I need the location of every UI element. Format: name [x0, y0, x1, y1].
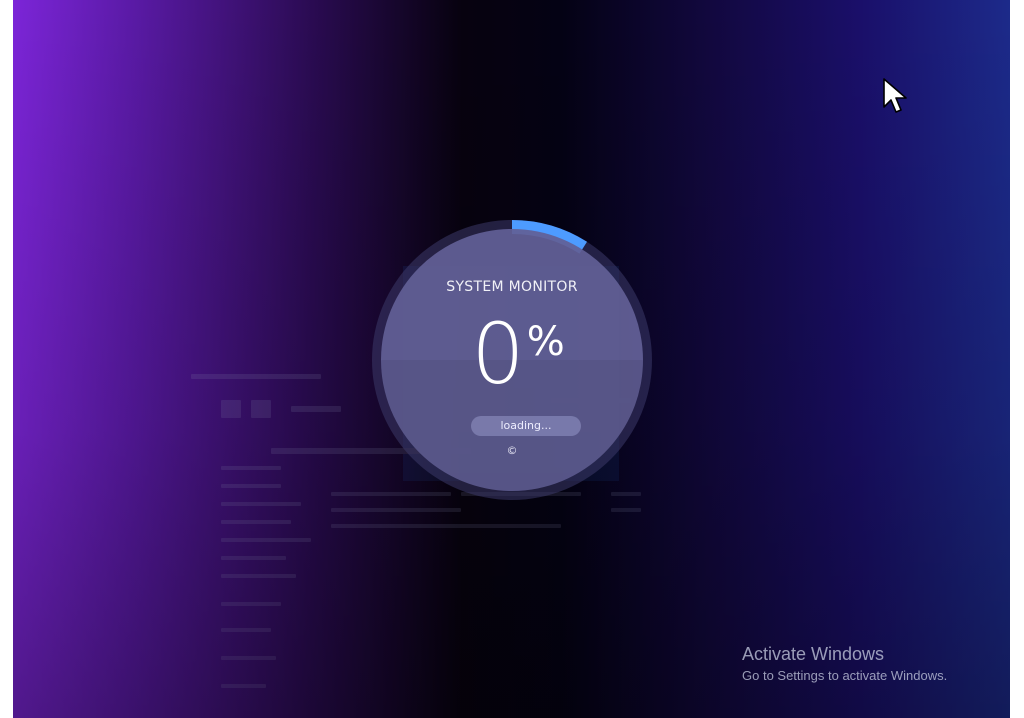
background-nav-item — [221, 538, 311, 542]
copyright-icon: © — [506, 444, 518, 457]
app-title: SYSTEM MONITOR — [446, 279, 578, 295]
background-nav-item — [221, 556, 286, 560]
desktop-background: SYSTEM MONITOR 0% loading... © — [13, 0, 1010, 718]
background-ribbon-icon — [251, 400, 271, 418]
background-nav-item — [221, 484, 281, 488]
background-nav-item — [221, 520, 291, 524]
mouse-pointer-icon — [883, 78, 907, 113]
background-nav-item — [221, 628, 271, 632]
background-nav-item — [221, 602, 281, 606]
loader-panel: SYSTEM MONITOR 0% loading... © — [381, 229, 643, 491]
background-nav-item — [221, 502, 301, 506]
background-ribbon-icon — [221, 400, 241, 418]
background-window-titlebar — [191, 374, 321, 379]
progress-percent: 0% — [381, 309, 643, 399]
activation-watermark-title: Activate Windows — [742, 644, 885, 664]
background-nav-item — [221, 656, 276, 660]
activation-watermark: Activate Windows Go to Settings to activ… — [742, 643, 947, 686]
background-file-row — [331, 508, 461, 512]
background-nav-item — [221, 574, 296, 578]
background-ribbon-label — [291, 406, 341, 412]
background-nav-item — [221, 684, 266, 688]
progress-percent-value: 0 — [471, 305, 525, 403]
progress-percent-sign: % — [526, 319, 565, 365]
background-file-row — [611, 508, 641, 512]
activation-watermark-subtitle: Go to Settings to activate Windows. — [742, 668, 948, 683]
background-file-row — [331, 524, 561, 528]
background-nav-item — [221, 466, 281, 470]
loading-status: loading... — [471, 416, 581, 436]
